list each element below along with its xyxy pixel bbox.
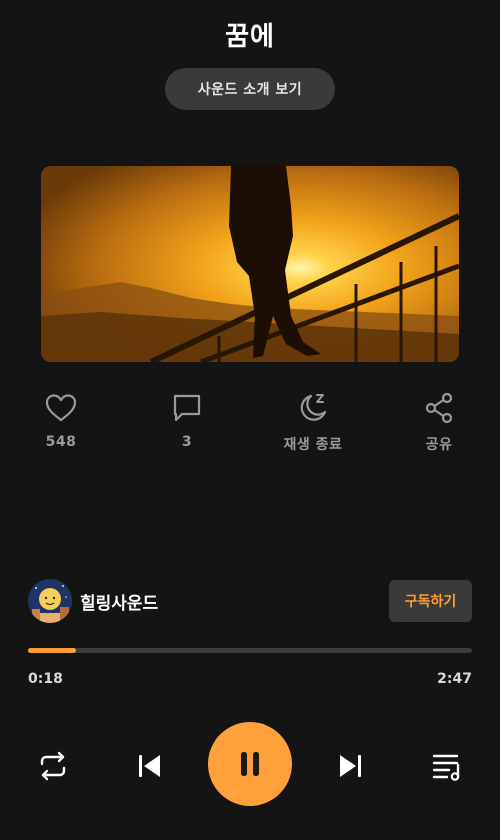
subscribe-button[interactable]: 구독하기 (389, 580, 472, 622)
sound-intro-button[interactable]: 사운드 소개 보기 (165, 68, 335, 110)
playlist-icon (432, 754, 460, 781)
previous-button[interactable] (130, 746, 170, 786)
page-title: 꿈에 (225, 22, 275, 52)
heart-icon (45, 394, 77, 422)
progress-bar[interactable] (28, 648, 472, 653)
skip-next-icon (340, 755, 361, 777)
progress-fill (28, 648, 76, 653)
total-time: 2:47 (437, 671, 472, 687)
channel-avatar[interactable] (28, 579, 72, 623)
repeat-button[interactable] (33, 746, 73, 786)
sound-artwork-image (41, 166, 459, 362)
playlist-button[interactable] (427, 746, 467, 786)
sleep-timer-button[interactable]: 재생 종료 (258, 390, 368, 460)
comment-icon (173, 394, 201, 422)
like-button[interactable]: 548 (6, 390, 116, 460)
elapsed-time: 0:18 (28, 671, 63, 687)
share-icon (425, 392, 453, 424)
pause-icon (241, 752, 259, 776)
share-label: 공유 (425, 437, 453, 453)
sleep-timer-label: 재생 종료 (283, 437, 343, 453)
pause-button[interactable] (208, 722, 292, 806)
channel-name[interactable]: 힐링사운드 (80, 589, 158, 614)
repeat-icon (40, 751, 66, 781)
next-button[interactable] (330, 746, 370, 786)
like-count: 548 (45, 434, 77, 450)
moon-sleep-icon (300, 394, 327, 421)
share-button[interactable]: 공유 (384, 390, 494, 460)
comment-count: 3 (181, 434, 193, 450)
skip-previous-icon (139, 755, 160, 777)
comment-button[interactable]: 3 (132, 390, 242, 460)
